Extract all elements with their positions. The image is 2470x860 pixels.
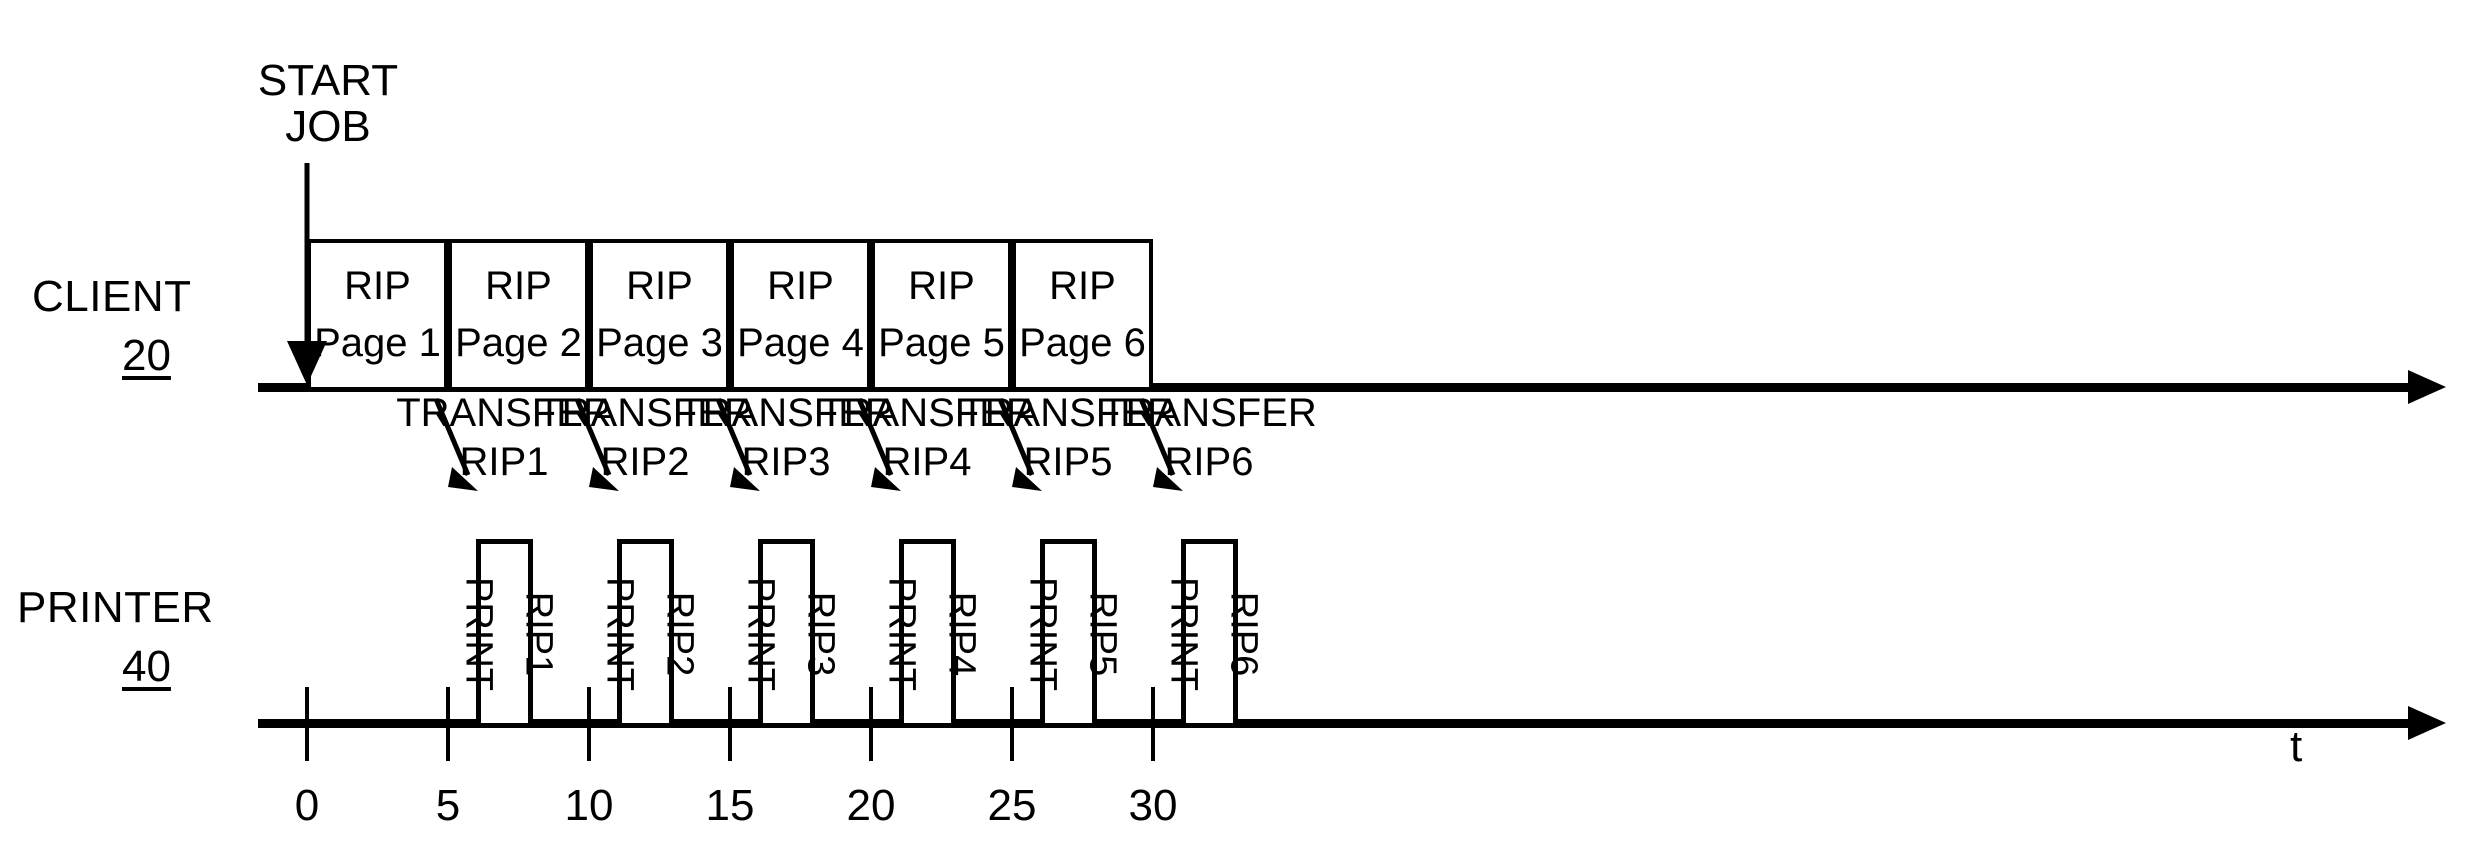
axis-tick-label-25: 25	[987, 781, 1037, 830]
axis-tick-15	[728, 687, 732, 761]
axis-tick-0	[305, 687, 309, 761]
axis-tick-label-30: 30	[1128, 781, 1178, 830]
client-rip-line2: Page 5	[878, 321, 1005, 365]
start-job-line2: JOB	[285, 102, 371, 152]
client-rip-box: RIP Page 4	[730, 239, 871, 387]
client-rip-line1: RIP	[908, 264, 975, 308]
print-box-label-primary: PRINT	[880, 576, 923, 691]
timing-diagram: START JOB CLIENT 20 PRINTER 40 0 5 10 15 20 2…	[0, 0, 2470, 860]
axis-tick-label-10: 10	[564, 781, 614, 830]
axis-tick-20	[869, 687, 873, 761]
row-label-client: CLIENT	[32, 272, 192, 321]
printer-time-axis	[258, 719, 2408, 728]
client-rip-box: RIP Page 2	[448, 239, 589, 387]
print-box-label-primary: PRINT	[1162, 576, 1205, 691]
client-rip-box: RIP Page 1	[307, 239, 448, 387]
print-box-label-primary: PRINT	[1021, 576, 1064, 691]
printer-time-axis-arrowhead	[2408, 706, 2446, 740]
start-job-line1: START	[257, 56, 399, 105]
client-rip-line1: RIP	[626, 264, 693, 308]
axis-tick-30	[1151, 687, 1155, 761]
print-box-label-secondary: RIP3	[799, 591, 842, 676]
printer-print-box: RIP4 PRINT	[881, 539, 983, 723]
print-box-label-primary: PRINT	[457, 576, 500, 691]
print-box-label-secondary: RIP1	[517, 591, 560, 676]
client-rip-line2: Page 4	[737, 321, 864, 365]
printer-print-box: RIP2 PRINT	[599, 539, 701, 723]
client-rip-line1: RIP	[767, 264, 834, 308]
print-box-label-secondary: RIP2	[658, 591, 701, 676]
axis-tick-label-0: 0	[294, 781, 320, 830]
printer-print-box: RIP6 PRINT	[1163, 539, 1265, 723]
client-rip-box: RIP Page 6	[1012, 239, 1153, 387]
time-axis-variable-label: t	[2290, 722, 2303, 771]
client-time-axis-arrowhead	[2408, 370, 2446, 404]
row-ref-client: 20	[122, 331, 171, 380]
axis-tick-10	[587, 687, 591, 761]
print-box-label-secondary: RIP6	[1222, 591, 1265, 676]
client-rip-box: RIP Page 3	[589, 239, 730, 387]
transfer-caption: TRANSFER RIP6	[1084, 389, 1334, 487]
client-rip-line1: RIP	[344, 264, 411, 308]
axis-tick-5	[446, 687, 450, 761]
client-rip-line1: RIP	[485, 264, 552, 308]
axis-tick-label-5: 5	[435, 781, 461, 830]
axis-tick-label-15: 15	[705, 781, 755, 830]
print-box-label-secondary: RIP5	[1081, 591, 1124, 676]
printer-print-box: RIP3 PRINT	[740, 539, 842, 723]
axis-tick-25	[1010, 687, 1014, 761]
row-ref-printer: 40	[122, 642, 171, 691]
client-rip-line2: Page 2	[455, 321, 582, 365]
axis-tick-label-20: 20	[846, 781, 896, 830]
client-rip-line2: Page 3	[596, 321, 723, 365]
client-rip-line2: Page 1	[314, 321, 441, 365]
client-rip-line2: Page 6	[1019, 321, 1146, 365]
print-box-label-primary: PRINT	[739, 576, 782, 691]
printer-print-box: RIP1 PRINT	[458, 539, 560, 723]
start-job-caption: START JOB	[243, 56, 413, 152]
client-rip-line1: RIP	[1049, 264, 1116, 308]
printer-print-box: RIP5 PRINT	[1022, 539, 1124, 723]
print-box-label-primary: PRINT	[598, 576, 641, 691]
transfer-line2: RIP6	[1164, 439, 1254, 484]
client-rip-box: RIP Page 5	[871, 239, 1012, 387]
row-label-printer: PRINTER	[17, 583, 214, 632]
transfer-line1: TRANSFER	[1101, 391, 1317, 435]
print-box-label-secondary: RIP4	[940, 591, 983, 676]
